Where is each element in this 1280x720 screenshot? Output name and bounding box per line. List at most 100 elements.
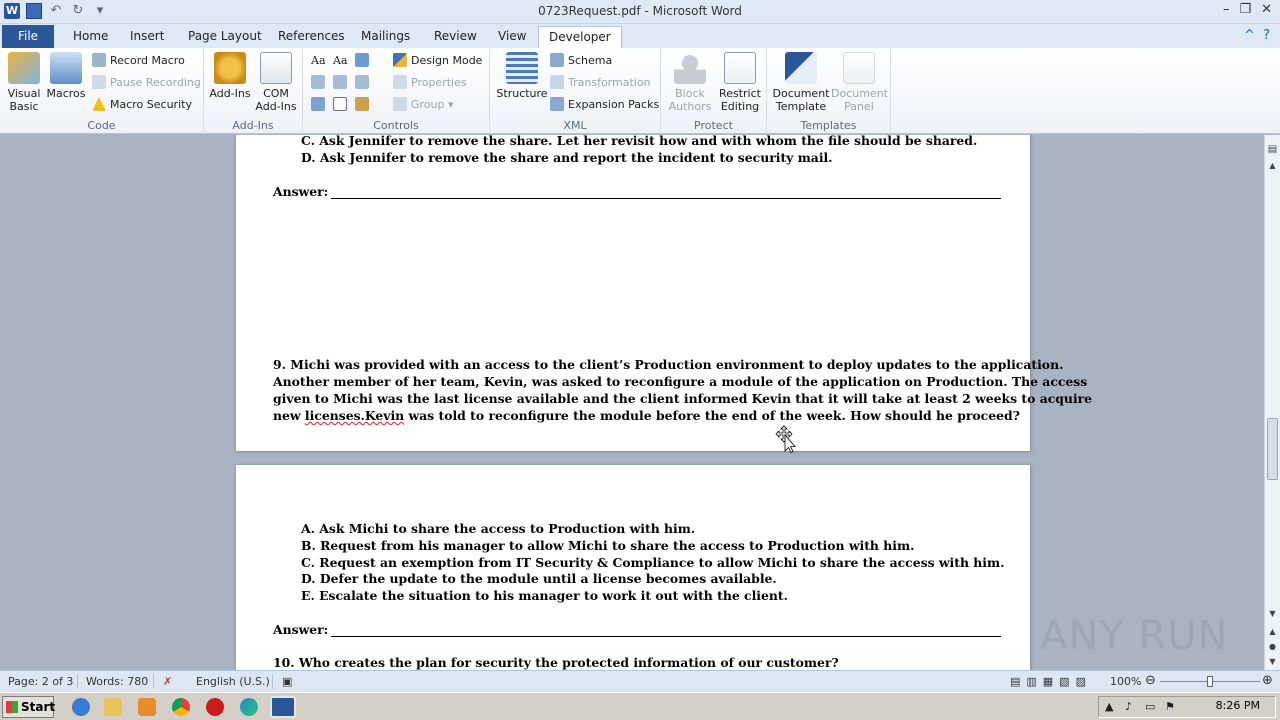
building-block-control-button[interactable] (311, 73, 329, 93)
language[interactable]: English (U.S.) (196, 675, 270, 688)
zoom-out-icon[interactable]: ⊖ (1145, 673, 1156, 688)
close-icon[interactable]: ✕ (1261, 2, 1272, 17)
title-bar: W ↶ ↻ ▾ 0723Request.pdf - Microsoft Word… (0, 0, 1280, 24)
window-controls: – ❐ ✕ (1223, 2, 1272, 17)
macros-icon (50, 52, 82, 84)
legacy-tools-button[interactable] (355, 95, 373, 115)
minimize-icon[interactable]: – (1223, 2, 1230, 17)
paragraph-line: 10. Who creates the plan for security th… (273, 655, 839, 670)
structure-icon (506, 52, 538, 84)
macro-recording-icon[interactable]: ▣ (282, 675, 292, 688)
scroll-up-arrow-icon[interactable]: ▲ (1265, 159, 1280, 173)
scroll-down-arrow-icon[interactable]: ▼ (1265, 607, 1280, 621)
zoom-in-icon[interactable]: ⊕ (1262, 673, 1273, 688)
document-template-icon (785, 52, 817, 84)
list-item: B. Request from his manager to allow Mic… (301, 538, 915, 553)
tab-developer[interactable]: Developer (538, 26, 622, 48)
visual-basic-icon (8, 52, 40, 84)
next-page-icon[interactable]: ▼ (1265, 655, 1280, 669)
visual-basic-button[interactable]: Visual Basic (4, 52, 44, 113)
group-protect: Block Authors Restrict Editing Protect (661, 48, 767, 134)
media-player-icon[interactable] (138, 698, 156, 716)
tab-view[interactable]: View (488, 26, 536, 48)
group-button[interactable]: Group ▾ (393, 95, 454, 115)
group-xml: Structure Schema Transformation Expansio… (490, 48, 661, 134)
volume-icon[interactable]: ♪ (1125, 700, 1132, 713)
drop-down-icon (355, 75, 369, 89)
tab-home[interactable]: Home (63, 26, 118, 48)
document-template-button[interactable]: Document Template (771, 52, 831, 113)
tray-expand-icon[interactable]: ▲ (1105, 700, 1113, 713)
clock[interactable]: 8:26 PM (1216, 699, 1260, 712)
record-macro-button[interactable]: Record Macro (92, 51, 185, 71)
schema-button[interactable]: Schema (550, 51, 612, 71)
transformation-button[interactable]: Transformation (550, 73, 651, 93)
restore-icon[interactable]: ❐ (1239, 2, 1251, 17)
scrollbar-thumb[interactable] (1267, 418, 1278, 480)
zoom-slider-thumb[interactable] (1207, 676, 1213, 687)
structure-button[interactable]: Structure (496, 52, 548, 100)
add-ins-button[interactable]: Add-Ins (208, 52, 252, 100)
schema-icon (550, 53, 564, 67)
word-taskbar-icon[interactable] (270, 696, 296, 718)
macro-security-button[interactable]: Macro Security (92, 95, 192, 115)
edge-icon[interactable] (240, 698, 258, 716)
word-count[interactable]: Words: 780 (86, 675, 148, 688)
expansion-packs-button[interactable]: Expansion Packs (550, 95, 659, 115)
tab-file[interactable]: File (2, 25, 54, 48)
properties-button[interactable]: Properties (393, 73, 467, 93)
com-add-ins-button[interactable]: COM Add-Ins (254, 52, 298, 113)
select-browse-object-icon[interactable]: ● (1265, 640, 1280, 654)
status-separator (153, 674, 154, 689)
design-mode-button[interactable]: Design Mode (393, 51, 482, 71)
plain-text-control-button[interactable]: Aa (333, 51, 348, 71)
paragraph-line: Another member of her team, Kevin, was a… (273, 374, 1088, 389)
drop-down-control-button[interactable] (355, 73, 373, 93)
zoom-level[interactable]: 100% (1110, 675, 1141, 688)
start-button[interactable]: Start (2, 696, 55, 718)
tab-review[interactable]: Review (424, 26, 487, 48)
expansion-packs-icon (550, 97, 564, 111)
com-add-ins-icon (260, 52, 292, 84)
answer-line (331, 198, 1001, 199)
ruler-toggle-icon[interactable]: ▤ (1265, 143, 1280, 157)
vertical-scrollbar[interactable]: ▤ ▲ ▼ ▲ ● ▼ (1264, 135, 1280, 670)
network-icon[interactable]: ▭ (1145, 700, 1155, 713)
tab-references[interactable]: References (268, 26, 355, 48)
windows-logo-icon (6, 701, 18, 713)
pause-recording-button[interactable]: Pause Recording (92, 73, 201, 93)
checkbox-icon (333, 97, 347, 111)
answer-label: Answer: (273, 184, 329, 199)
chrome-icon[interactable] (172, 698, 190, 716)
rich-text-control-button[interactable]: Aa (311, 51, 326, 71)
tab-insert[interactable]: Insert (120, 26, 174, 48)
page-count[interactable]: Page: 2 of 3 (8, 675, 73, 688)
ribbon: Visual Basic Macros Record Macro Pause R… (0, 48, 1280, 134)
document-area[interactable]: C. Ask Jennifer to remove the share. Let… (0, 135, 1264, 670)
checkbox-control-button[interactable] (333, 95, 351, 115)
document-page[interactable]: A. Ask Michi to share the access to Prod… (236, 465, 1030, 670)
block-authors-button[interactable]: Block Authors (665, 52, 715, 113)
document-panel-icon (843, 52, 875, 84)
previous-page-icon[interactable]: ▲ (1265, 625, 1280, 639)
combo-box-control-button[interactable] (333, 73, 351, 93)
restrict-editing-button[interactable]: Restrict Editing (715, 52, 765, 113)
document-page[interactable]: C. Ask Jennifer to remove the share. Let… (236, 135, 1092, 451)
group-add-ins: Add-Ins COM Add-Ins Add-Ins (204, 48, 303, 134)
document-panel-button[interactable]: Document Panel (831, 52, 888, 113)
internet-explorer-icon[interactable] (72, 698, 90, 716)
date-picker-control-button[interactable] (311, 95, 329, 115)
tab-page-layout[interactable]: Page Layout (178, 26, 272, 48)
opera-icon[interactable] (206, 698, 224, 716)
proofing-icon[interactable]: ✗ (163, 675, 172, 688)
picture-icon (355, 53, 369, 67)
file-explorer-icon[interactable] (104, 698, 122, 716)
picture-control-button[interactable] (355, 51, 373, 71)
record-macro-icon (92, 53, 106, 67)
tab-mailings[interactable]: Mailings (351, 26, 420, 48)
macros-button[interactable]: Macros (46, 52, 86, 100)
help-icon[interactable]: ^ ? (1244, 28, 1270, 43)
view-buttons[interactable]: ▤▥▦▧▨ (1010, 675, 1092, 688)
ribbon-tabs: File Home Insert Page Layout References … (0, 24, 1280, 48)
flag-icon[interactable]: ⚑ (1165, 700, 1175, 713)
